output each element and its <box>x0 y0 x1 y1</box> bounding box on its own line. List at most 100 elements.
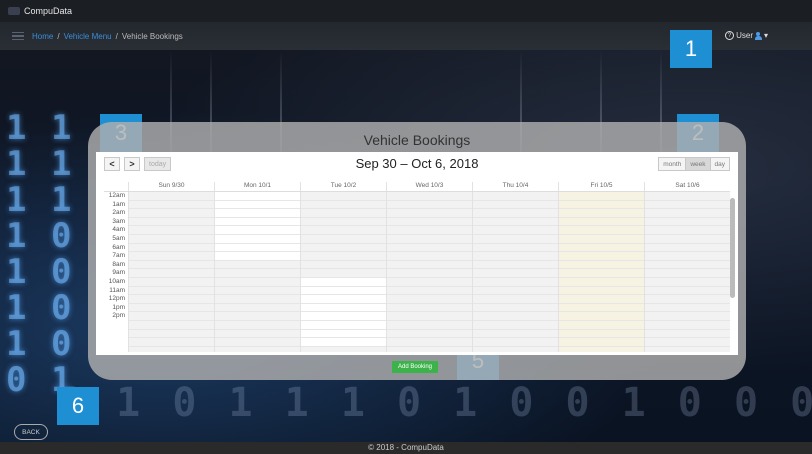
time-slot[interactable] <box>473 235 558 244</box>
time-slot[interactable] <box>473 269 558 278</box>
menu-icon[interactable] <box>12 31 24 41</box>
time-slot[interactable] <box>215 321 300 330</box>
time-slot[interactable] <box>387 278 472 287</box>
time-slot[interactable] <box>559 330 644 339</box>
time-slot[interactable] <box>387 321 472 330</box>
user-label[interactable]: User <box>736 31 753 40</box>
calendar-scrollbar[interactable] <box>730 198 735 298</box>
time-slot[interactable] <box>645 252 730 261</box>
time-slot[interactable] <box>129 201 214 210</box>
time-slot[interactable] <box>559 261 644 270</box>
time-slot[interactable] <box>645 330 730 339</box>
day-column[interactable] <box>472 192 558 352</box>
time-slot[interactable] <box>387 347 472 352</box>
available-time-slot[interactable] <box>215 200 300 210</box>
breadcrumb-vehicle-menu[interactable]: Vehicle Menu <box>64 32 112 41</box>
view-month-button[interactable]: month <box>658 157 687 171</box>
time-slot[interactable] <box>645 235 730 244</box>
available-time-slot[interactable] <box>215 217 300 227</box>
day-column[interactable] <box>644 192 730 352</box>
time-slot[interactable] <box>645 295 730 304</box>
time-slot[interactable] <box>473 321 558 330</box>
time-slot[interactable] <box>473 209 558 218</box>
time-slot[interactable] <box>473 312 558 321</box>
time-slot[interactable] <box>387 252 472 261</box>
time-slot[interactable] <box>559 218 644 227</box>
time-slot[interactable] <box>473 338 558 347</box>
time-slot[interactable] <box>559 244 644 253</box>
time-slot[interactable] <box>387 201 472 210</box>
available-time-slot[interactable] <box>301 329 386 339</box>
time-slot[interactable] <box>387 235 472 244</box>
time-slot[interactable] <box>559 312 644 321</box>
time-slot[interactable] <box>645 287 730 296</box>
time-slot[interactable] <box>387 244 472 253</box>
available-time-slot[interactable] <box>301 320 386 330</box>
available-time-slot[interactable] <box>215 209 300 218</box>
time-slot[interactable] <box>645 192 730 201</box>
time-slot[interactable] <box>387 338 472 347</box>
time-slot[interactable] <box>215 312 300 321</box>
time-slot[interactable] <box>473 244 558 253</box>
time-slot[interactable] <box>473 201 558 210</box>
time-slot[interactable] <box>301 192 386 201</box>
available-time-slot[interactable] <box>301 303 386 313</box>
time-slot[interactable] <box>473 226 558 235</box>
time-slot[interactable] <box>473 252 558 261</box>
time-slot[interactable] <box>129 295 214 304</box>
time-slot[interactable] <box>473 287 558 296</box>
time-slot[interactable] <box>645 338 730 347</box>
available-time-slot[interactable] <box>215 234 300 244</box>
time-slot[interactable] <box>473 192 558 201</box>
time-slot[interactable] <box>645 209 730 218</box>
time-slot[interactable] <box>129 261 214 270</box>
time-slot[interactable] <box>215 295 300 304</box>
time-slot[interactable] <box>387 209 472 218</box>
time-slot[interactable] <box>215 269 300 278</box>
time-slot[interactable] <box>645 226 730 235</box>
time-slot[interactable] <box>387 269 472 278</box>
time-slot[interactable] <box>645 321 730 330</box>
time-slot[interactable] <box>215 330 300 339</box>
time-slot[interactable] <box>129 244 214 253</box>
time-slot[interactable] <box>129 209 214 218</box>
time-slot[interactable] <box>301 261 386 270</box>
view-day-button[interactable]: day <box>709 157 730 171</box>
time-slot[interactable] <box>559 304 644 313</box>
time-slot[interactable] <box>559 338 644 347</box>
time-slot[interactable] <box>559 252 644 261</box>
available-time-slot[interactable] <box>301 295 386 304</box>
day-column[interactable] <box>214 192 300 352</box>
back-button[interactable]: BACK <box>14 424 48 440</box>
time-slot[interactable] <box>645 269 730 278</box>
available-time-slot[interactable] <box>215 252 300 261</box>
time-slot[interactable] <box>301 201 386 210</box>
time-slot[interactable] <box>473 347 558 352</box>
time-slot[interactable] <box>129 218 214 227</box>
day-column[interactable] <box>558 192 644 352</box>
time-slot[interactable] <box>559 295 644 304</box>
time-slot[interactable] <box>215 287 300 296</box>
available-time-slot[interactable] <box>215 226 300 235</box>
time-slot[interactable] <box>129 252 214 261</box>
time-slot[interactable] <box>645 312 730 321</box>
time-slot[interactable] <box>645 261 730 270</box>
help-icon[interactable]: ? <box>725 31 735 40</box>
time-slot[interactable] <box>559 192 644 201</box>
time-slot[interactable] <box>473 218 558 227</box>
time-slot[interactable] <box>645 201 730 210</box>
time-slot[interactable] <box>645 347 730 352</box>
time-slot[interactable] <box>387 312 472 321</box>
time-slot[interactable] <box>301 252 386 261</box>
time-slot[interactable] <box>559 321 644 330</box>
time-slot[interactable] <box>387 218 472 227</box>
time-slot[interactable] <box>645 218 730 227</box>
time-slot[interactable] <box>387 287 472 296</box>
time-slot[interactable] <box>129 321 214 330</box>
time-slot[interactable] <box>645 244 730 253</box>
available-time-slot[interactable] <box>215 243 300 253</box>
breadcrumb-home[interactable]: Home <box>32 32 53 41</box>
time-slot[interactable] <box>473 330 558 339</box>
time-slot[interactable] <box>215 347 300 352</box>
time-slot[interactable] <box>387 192 472 201</box>
